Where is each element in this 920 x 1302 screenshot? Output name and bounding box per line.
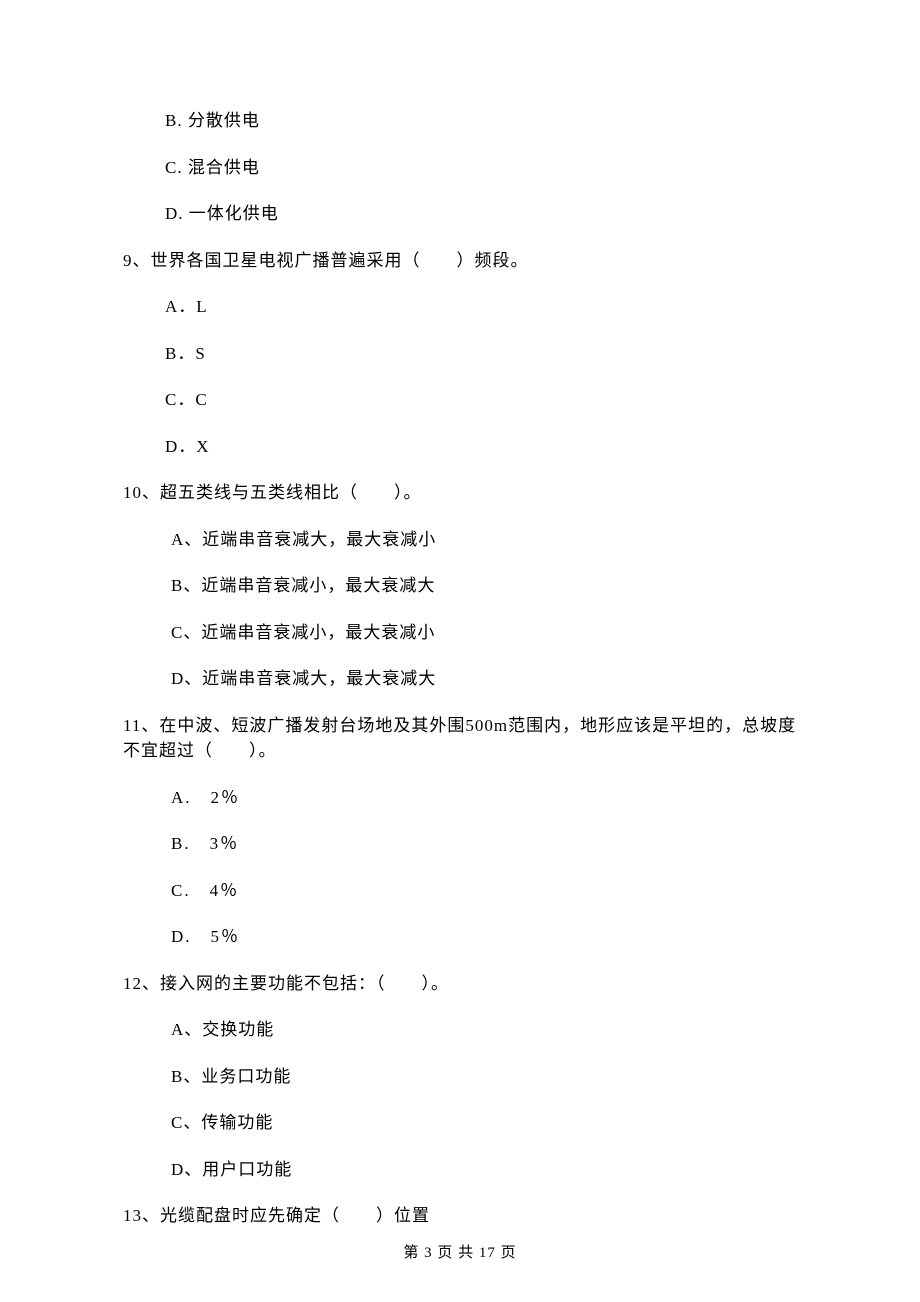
q12-option-d: D、用户口功能 [123,1157,797,1183]
q10-option-d: D、近端串音衰减大，最大衰减大 [123,666,797,692]
q8-option-d: D. 一体化供电 [123,201,797,227]
q10-option-c: C、近端串音衰减小，最大衰减小 [123,620,797,646]
q11-option-b: B. 3％ [123,831,797,857]
q8-option-b: B. 分散供电 [123,108,797,134]
q12-stem: 12、接入网的主要功能不包括：（ ）。 [123,971,797,997]
page-footer: 第 3 页 共 17 页 [0,1242,920,1265]
q9-option-a: A．L [123,294,797,320]
q9-option-d: D．X [123,434,797,460]
q12-option-b: B、业务口功能 [123,1064,797,1090]
q11-option-a: A. 2％ [123,785,797,811]
q10-option-a: A、近端串音衰减大，最大衰减小 [123,527,797,553]
q8-option-c: C. 混合供电 [123,155,797,181]
q11-stem: 11、在中波、短波广播发射台场地及其外围500m范围内，地形应该是平坦的，总坡度… [123,713,797,764]
q10-stem: 10、超五类线与五类线相比（ ）。 [123,480,797,506]
q9-option-b: B．S [123,341,797,367]
q9-option-c: C．C [123,387,797,413]
q11-option-d: D. 5％ [123,924,797,950]
q13-stem: 13、光缆配盘时应先确定（ ）位置 [123,1203,797,1229]
q11-option-c: C. 4％ [123,878,797,904]
q12-option-a: A、交换功能 [123,1017,797,1043]
q9-stem: 9、世界各国卫星电视广播普遍采用（ ）频段。 [123,248,797,274]
q10-option-b: B、近端串音衰减小，最大衰减大 [123,573,797,599]
q12-option-c: C、传输功能 [123,1110,797,1136]
